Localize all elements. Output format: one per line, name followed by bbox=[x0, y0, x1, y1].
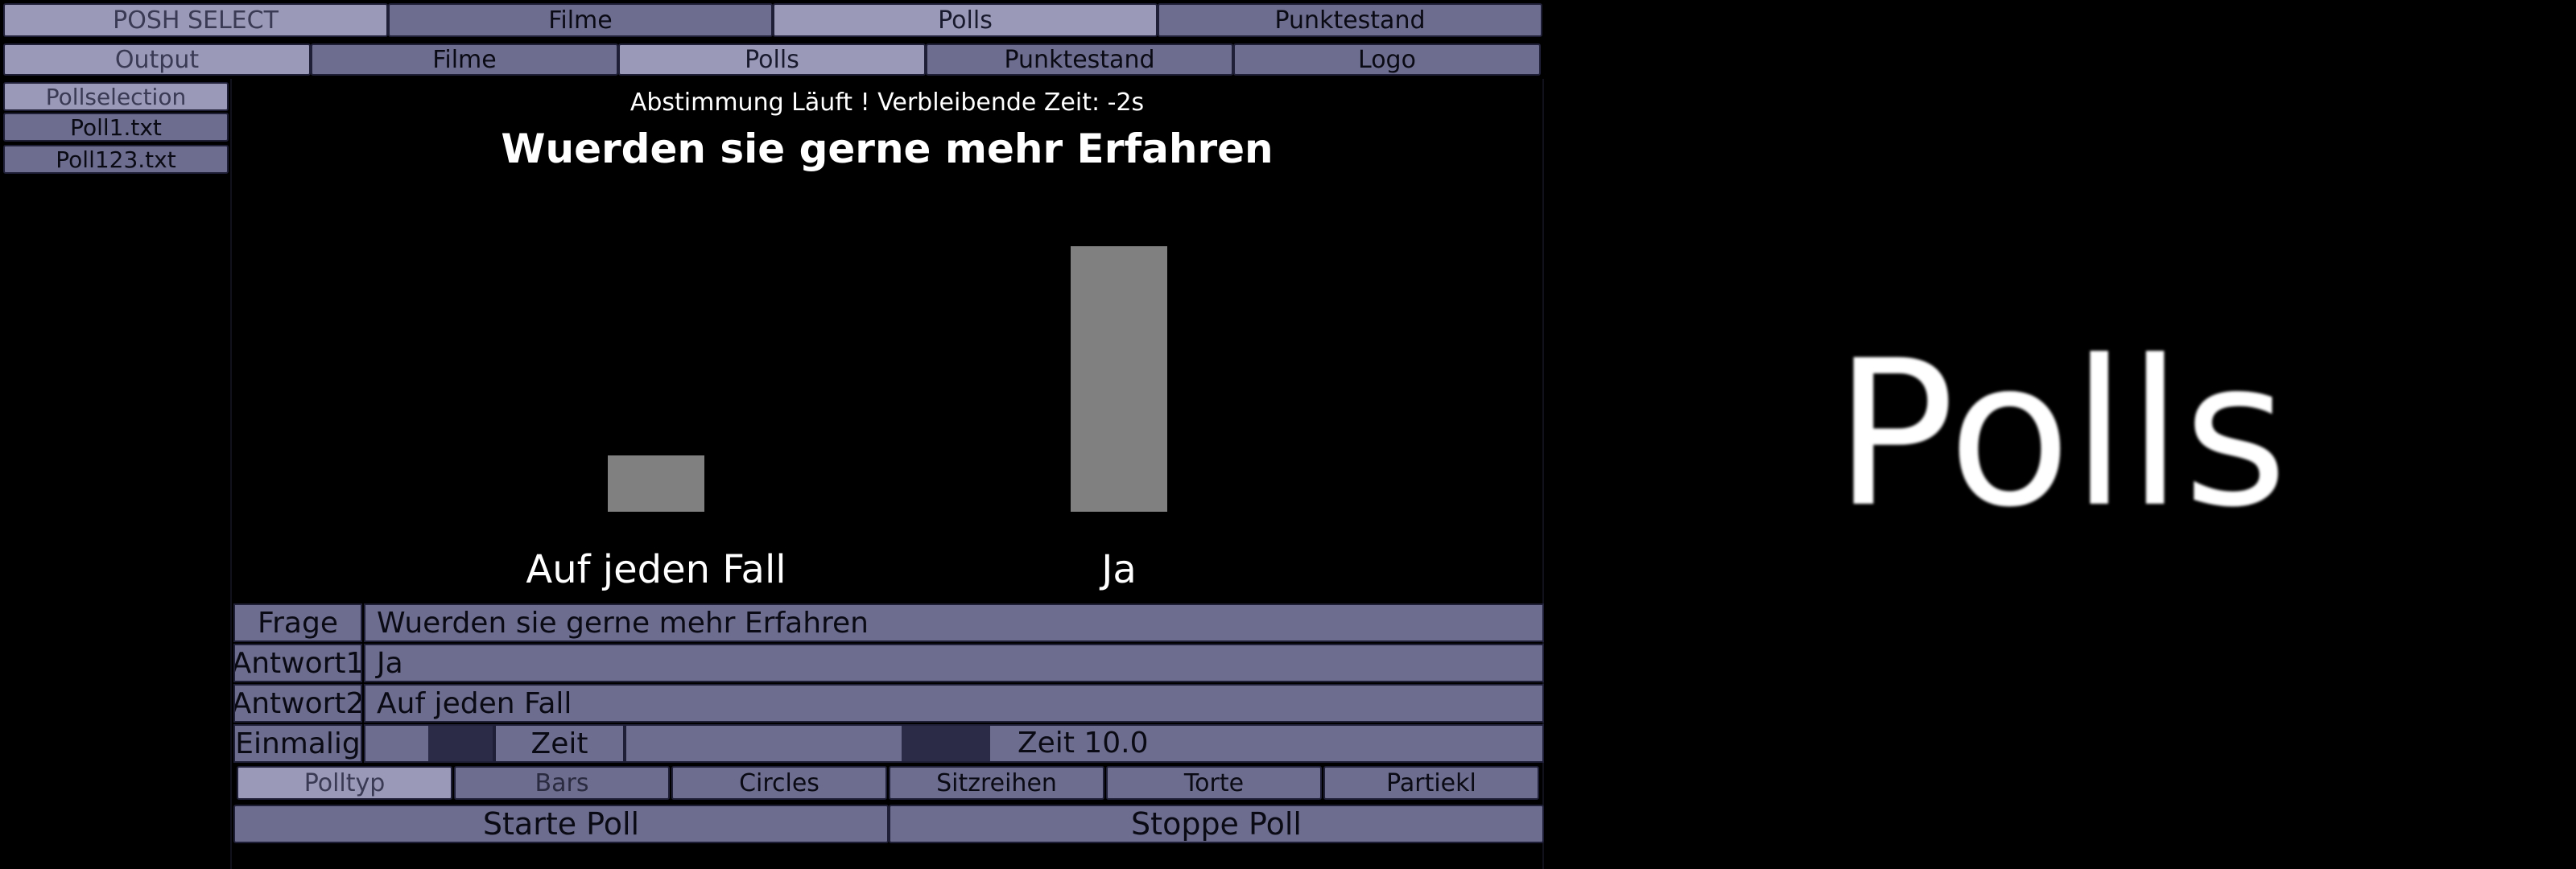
polltyp-circles-button[interactable]: Circles bbox=[671, 766, 887, 800]
top-tab-filme[interactable]: Filme bbox=[388, 3, 773, 37]
antwort2-label: Antwort2 bbox=[233, 684, 362, 723]
einmalig-label: Einmalig bbox=[233, 724, 362, 763]
preview-polls-text: Polls bbox=[1834, 317, 2288, 551]
sidebar-pollselection[interactable]: Pollselection bbox=[3, 82, 229, 111]
sub-tab-punktestand[interactable]: Punktestand bbox=[926, 43, 1233, 76]
chart-bar-ja bbox=[1071, 246, 1167, 512]
chart-bar-auf-jeden-fall bbox=[608, 455, 704, 512]
output-preview-area: Polls bbox=[1546, 0, 2576, 869]
frage-input[interactable]: Wuerden sie gerne mehr Erfahren bbox=[364, 603, 1544, 642]
polltyp-label: Polltyp bbox=[237, 766, 452, 800]
sub-tab-logo[interactable]: Logo bbox=[1233, 43, 1541, 76]
polltyp-bars-button[interactable]: Bars bbox=[454, 766, 670, 800]
sidebar-poll123[interactable]: Poll123.txt bbox=[3, 145, 229, 174]
stop-poll-button[interactable]: Stoppe Poll bbox=[889, 805, 1544, 843]
sub-tab-polls[interactable]: Polls bbox=[618, 43, 926, 76]
polltyp-torte-button[interactable]: Torte bbox=[1106, 766, 1322, 800]
start-poll-button[interactable]: Starte Poll bbox=[233, 805, 889, 843]
poll-status-text: Abstimmung Läuft ! Verbleibende Zeit: -2… bbox=[630, 89, 1145, 117]
frage-label: Frage bbox=[233, 603, 362, 642]
sidebar-poll1[interactable]: Poll1.txt bbox=[3, 113, 229, 142]
chart-label-auf-jeden-fall: Auf jeden Fall bbox=[526, 547, 786, 592]
zeit-label: Zeit bbox=[494, 724, 625, 763]
polltyp-partiekl-button[interactable]: Partiekl bbox=[1323, 766, 1539, 800]
top-tab-posh-select[interactable]: POSH SELECT bbox=[3, 3, 388, 37]
einmalig-toggle-knob[interactable] bbox=[428, 726, 493, 761]
zeit-slider-handle[interactable] bbox=[902, 726, 990, 761]
antwort1-input[interactable]: Ja bbox=[364, 644, 1544, 682]
polltyp-sitzreihen-button[interactable]: Sitzreihen bbox=[889, 766, 1104, 800]
top-tab-punktestand[interactable]: Punktestand bbox=[1158, 3, 1542, 37]
antwort2-input[interactable]: Auf jeden Fall bbox=[364, 684, 1544, 723]
chart-label-ja: Ja bbox=[1101, 547, 1137, 592]
antwort1-label: Antwort1 bbox=[233, 644, 362, 682]
top-tab-polls[interactable]: Polls bbox=[773, 3, 1158, 37]
zeit-value-text: Zeit 10.0 bbox=[1018, 727, 1149, 760]
sub-tab-filme[interactable]: Filme bbox=[311, 43, 618, 76]
poll-question-title: Wuerden sie gerne mehr Erfahren bbox=[501, 126, 1274, 172]
sub-tab-output[interactable]: Output bbox=[3, 43, 311, 76]
